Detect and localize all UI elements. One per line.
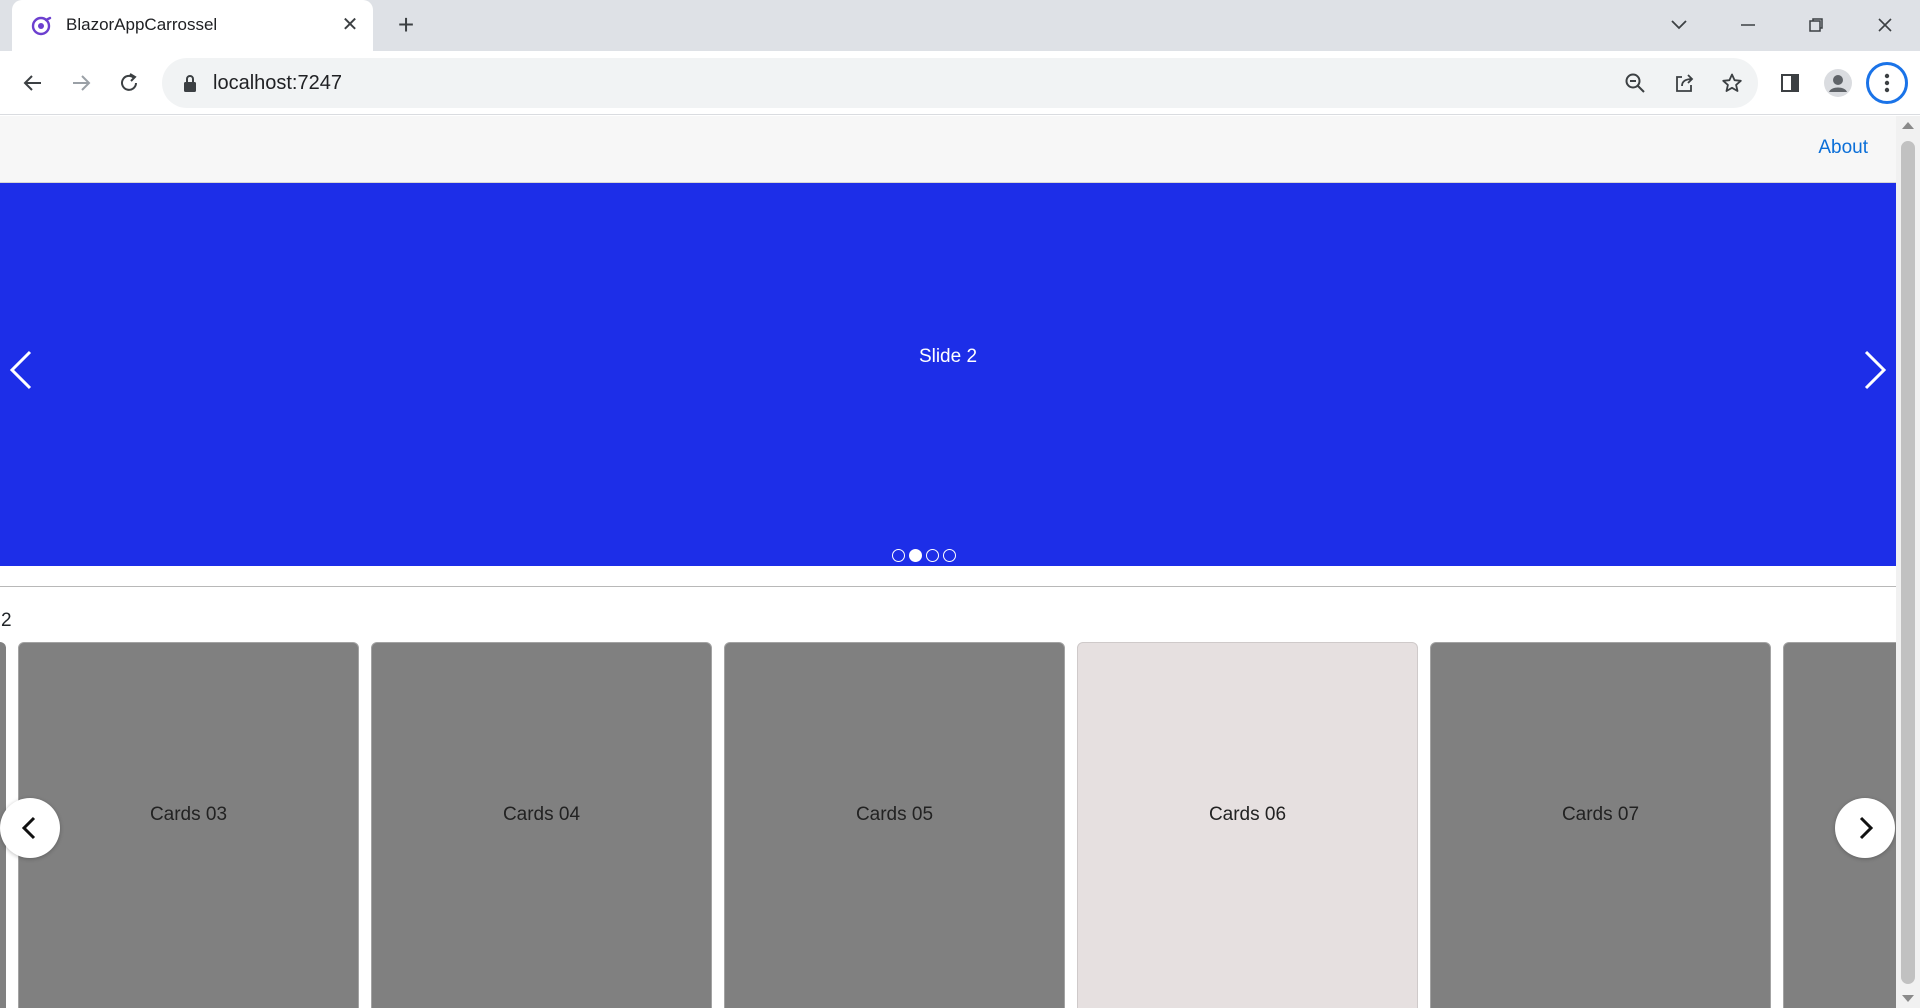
browser-tab-bar: BlazorAppCarrossel ✕ + xyxy=(0,0,1920,51)
kebab-menu-icon[interactable] xyxy=(1866,62,1908,104)
chevron-right-icon xyxy=(1859,816,1874,840)
card-label: Cards 04 xyxy=(502,804,581,825)
slide-text: Slide 2 xyxy=(918,346,978,367)
close-tab-icon[interactable]: ✕ xyxy=(339,14,361,36)
lock-icon xyxy=(184,75,196,92)
zoom-out-icon[interactable] xyxy=(1622,70,1648,96)
carousel-indicators xyxy=(892,549,956,562)
browser-toolbar: localhost:7247 xyxy=(0,51,1920,115)
top-nav-row: About xyxy=(0,116,1896,183)
scroll-down-arrow[interactable] xyxy=(1902,995,1914,1002)
divider xyxy=(0,586,1896,587)
card-label: Cards 05 xyxy=(855,804,934,825)
current-index: 2 xyxy=(1,610,12,631)
browser-tab[interactable]: BlazorAppCarrossel ✕ xyxy=(12,0,373,51)
cards-next-button[interactable] xyxy=(1835,798,1895,858)
bookmark-star-icon[interactable] xyxy=(1719,70,1745,96)
tab-title: BlazorAppCarrossel xyxy=(66,15,218,34)
chevron-left-icon xyxy=(21,816,36,840)
card[interactable]: Cards 05 xyxy=(724,642,1065,1008)
carousel-dot[interactable] xyxy=(892,549,905,562)
carousel-dot[interactable] xyxy=(909,549,922,562)
blazor-icon xyxy=(31,16,52,36)
page-viewport: About Slide 2 2 Cards 03 Cards 04 Cards 05… xyxy=(0,116,1920,1008)
tab-search-icon[interactable] xyxy=(1664,10,1694,40)
card-label: Cards 06 xyxy=(1208,804,1287,825)
about-link[interactable]: About xyxy=(1818,136,1868,160)
carousel-dot[interactable] xyxy=(926,549,939,562)
card-label: Cards 07 xyxy=(1561,804,1640,825)
chevron-right-icon[interactable] xyxy=(1860,348,1890,392)
arrow-right-icon xyxy=(73,75,91,91)
carousel-dot[interactable] xyxy=(943,549,956,562)
restore-icon[interactable] xyxy=(1801,10,1831,40)
card[interactable]: Cards 06 xyxy=(1077,642,1418,1008)
side-panel-icon[interactable] xyxy=(1771,64,1809,102)
card[interactable]: Cards 07 xyxy=(1430,642,1771,1008)
share-icon[interactable] xyxy=(1671,70,1697,96)
arrow-left-icon xyxy=(23,75,41,91)
scroll-up-arrow[interactable] xyxy=(1902,122,1914,129)
hero-carousel: Slide 2 xyxy=(0,183,1896,566)
profile-avatar-icon[interactable] xyxy=(1819,64,1857,102)
card[interactable]: Cards 03 xyxy=(18,642,359,1008)
chevron-left-icon[interactable] xyxy=(6,348,36,392)
minimize-icon[interactable] xyxy=(1733,10,1763,40)
reload-icon xyxy=(121,73,137,91)
scroll-thumb[interactable] xyxy=(1901,141,1915,984)
cards-prev-button[interactable] xyxy=(0,798,60,858)
url-text[interactable]: localhost:7247 xyxy=(213,71,342,95)
new-tab-button[interactable]: + xyxy=(392,11,420,40)
card-label: Cards 03 xyxy=(149,804,228,825)
close-window-icon[interactable] xyxy=(1870,10,1900,40)
forward-button[interactable] xyxy=(62,64,100,102)
vertical-scrollbar[interactable] xyxy=(1896,116,1920,1008)
back-button[interactable] xyxy=(14,64,52,102)
reload-button[interactable] xyxy=(110,64,148,102)
card[interactable]: Cards 04 xyxy=(371,642,712,1008)
address-bar[interactable]: localhost:7247 xyxy=(162,58,1758,108)
